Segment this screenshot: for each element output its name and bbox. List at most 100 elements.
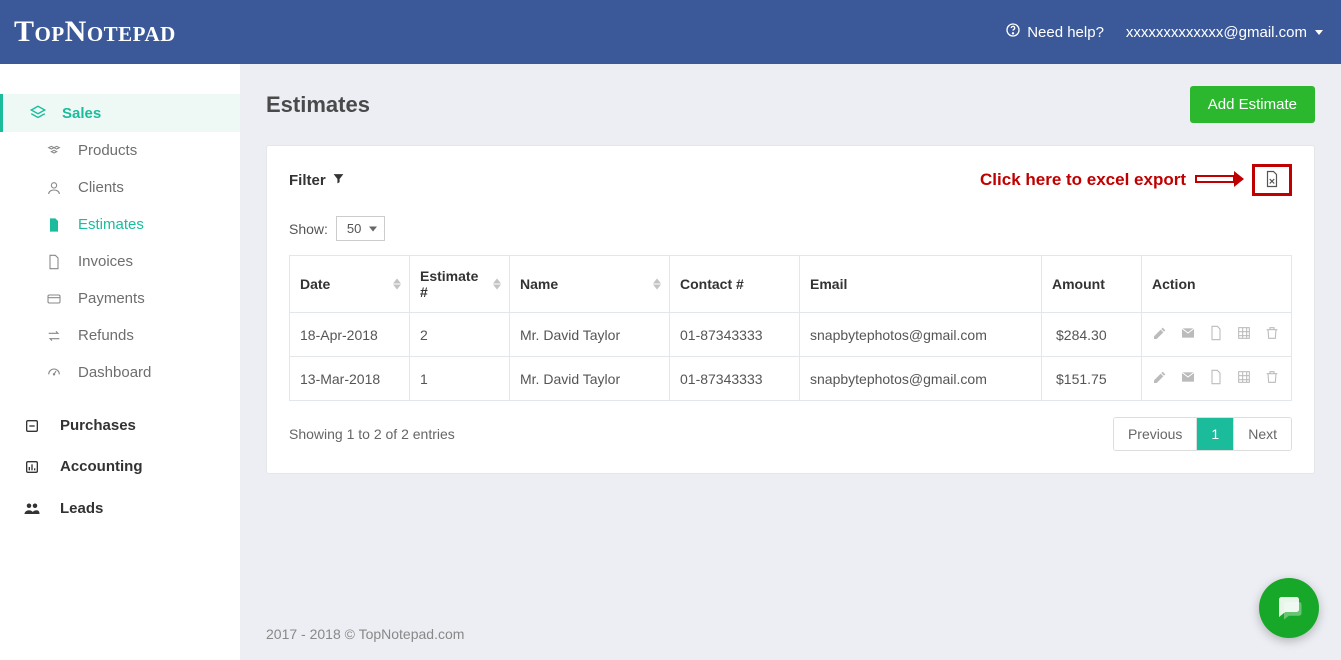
estimates-card: Filter Click here to excel export [266,145,1315,474]
file-icon[interactable] [1208,325,1224,344]
pager-page-button[interactable]: 1 [1196,418,1233,450]
mail-icon[interactable] [1180,325,1196,344]
table-header-row: Date Estimate # Name Contact # [290,256,1292,313]
cell-action [1142,357,1292,401]
estimates-table: Date Estimate # Name Contact # [289,255,1292,401]
cell-amount: $151.75 [1042,357,1142,401]
minus-square-icon [22,418,42,434]
page-header: Estimates Add Estimate [266,86,1315,123]
cell-contact: 01-87343333 [670,357,800,401]
trash-icon[interactable] [1264,325,1280,344]
export-hint-area: Click here to excel export [980,164,1292,196]
layers-icon [28,104,48,122]
add-estimate-button[interactable]: Add Estimate [1190,86,1315,123]
bar-chart-icon [22,459,42,475]
sidebar-item-clients[interactable]: Clients [0,169,240,206]
cell-email: snapbytephotos@gmail.com [800,357,1042,401]
cell-contact: 01-87343333 [670,313,800,357]
pager: Previous 1 Next [1113,417,1292,451]
sidebar-item-invoices[interactable]: Invoices [0,243,240,280]
col-estimate-no[interactable]: Estimate # [410,256,510,313]
sort-icon [653,279,661,290]
filter-toggle[interactable]: Filter [289,172,345,189]
sidebar-item-products[interactable]: Products [0,132,240,169]
col-action: Action [1142,256,1292,313]
credit-card-icon [44,291,64,307]
col-date[interactable]: Date [290,256,410,313]
sidebar-item-label: Payments [78,290,145,307]
sidebar-item-label: Dashboard [78,364,151,381]
file-icon [44,217,64,233]
chat-icon [1274,592,1304,625]
sidebar-section-label: Leads [60,500,103,517]
sidebar-item-dashboard[interactable]: Dashboard [0,354,240,391]
sidebar-item-estimates[interactable]: Estimates [0,206,240,243]
sidebar-item-payments[interactable]: Payments [0,280,240,317]
excel-export-button[interactable] [1252,164,1292,196]
col-email[interactable]: Email [800,256,1042,313]
cell-name: Mr. David Taylor [510,313,670,357]
rows-per-page-select[interactable]: 50 [336,216,385,241]
edit-icon[interactable] [1152,325,1168,344]
sidebar-section-purchases[interactable]: Purchases [0,405,240,446]
cell-date: 18-Apr-2018 [290,313,410,357]
user-icon [44,180,64,196]
sidebar-section-accounting[interactable]: Accounting [0,446,240,487]
sidebar-section-label: Sales [62,105,101,122]
trash-icon[interactable] [1264,369,1280,388]
sidebar: Sales Products Clients Estimates Invoice [0,64,240,660]
sidebar-item-label: Refunds [78,327,134,344]
sidebar-item-label: Estimates [78,216,144,233]
users-icon [22,499,42,517]
cubes-icon [44,143,64,159]
help-icon [1005,22,1021,42]
footer-text: 2017 - 2018 © TopNotepad.com [266,608,1315,660]
chat-fab[interactable] [1259,578,1319,638]
file-icon[interactable] [1208,369,1224,388]
mail-icon[interactable] [1180,369,1196,388]
sort-icon [393,279,401,290]
export-hint-text: Click here to excel export [980,170,1186,190]
cell-date: 13-Mar-2018 [290,357,410,401]
sidebar-section-label: Purchases [60,417,136,434]
file-outline-icon [44,254,64,270]
sidebar-section-leads[interactable]: Leads [0,487,240,529]
grid-icon[interactable] [1236,369,1252,388]
filter-label-text: Filter [289,172,326,189]
sort-icon [493,279,501,290]
cell-name: Mr. David Taylor [510,357,670,401]
grid-icon[interactable] [1236,325,1252,344]
user-email: xxxxxxxxxxxxx@gmail.com [1126,24,1307,41]
show-row: Show: 50 [289,216,1292,241]
cell-email: snapbytephotos@gmail.com [800,313,1042,357]
arrow-right-icon [1194,169,1244,192]
cell-action [1142,313,1292,357]
cell-estimate-no: 2 [410,313,510,357]
topbar-right: Need help? xxxxxxxxxxxxx@gmail.com [1005,22,1323,42]
entries-info: Showing 1 to 2 of 2 entries [289,426,455,442]
user-menu[interactable]: xxxxxxxxxxxxx@gmail.com [1126,24,1323,41]
topbar: TopNotepad Need help? xxxxxxxxxxxxx@gmai… [0,0,1341,64]
col-amount[interactable]: Amount [1042,256,1142,313]
sidebar-item-refunds[interactable]: Refunds [0,317,240,354]
sidebar-section-label: Accounting [60,458,143,475]
file-excel-icon [1263,170,1281,191]
col-contact[interactable]: Contact # [670,256,800,313]
sidebar-item-label: Products [78,142,137,159]
sidebar-section-sales[interactable]: Sales [0,94,240,132]
gauge-icon [44,365,64,381]
page-title: Estimates [266,92,370,118]
cell-estimate-no: 1 [410,357,510,401]
pager-next-button[interactable]: Next [1233,418,1291,450]
pager-prev-button[interactable]: Previous [1114,418,1196,450]
sidebar-item-label: Invoices [78,253,133,270]
cell-amount: $284.30 [1042,313,1142,357]
main-content: Estimates Add Estimate Filter Click here… [240,64,1341,660]
edit-icon[interactable] [1152,369,1168,388]
col-name[interactable]: Name [510,256,670,313]
show-label: Show: [289,221,328,237]
caret-down-icon [1315,30,1323,35]
table-row: 18-Apr-20182Mr. David Taylor01-87343333s… [290,313,1292,357]
exchange-icon [44,328,64,344]
help-link[interactable]: Need help? [1005,22,1104,42]
